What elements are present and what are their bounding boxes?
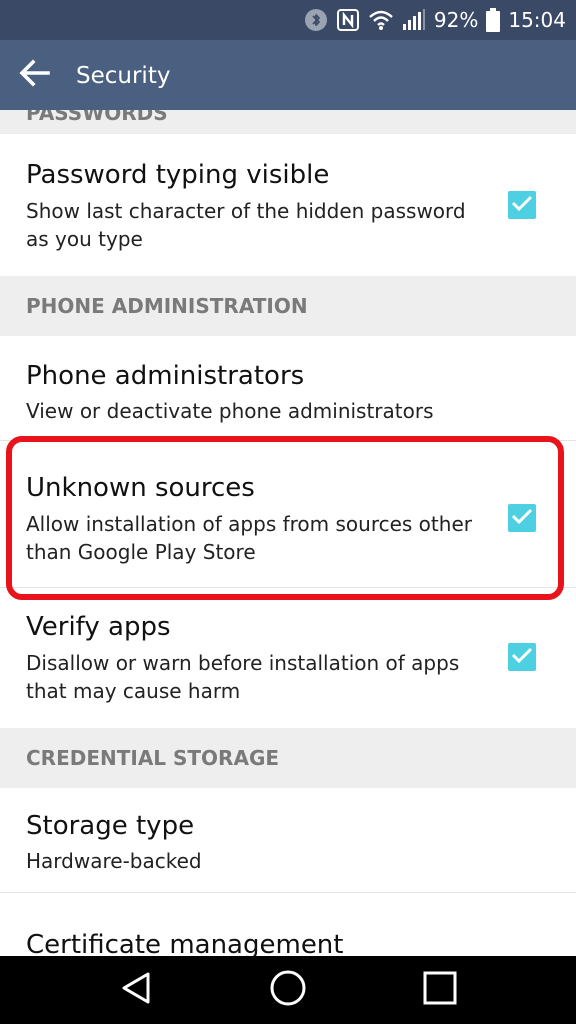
signal-icon — [402, 9, 426, 31]
setting-password-visible[interactable]: Password typing visible Show last charac… — [0, 134, 576, 276]
check-icon — [511, 194, 533, 216]
nav-recents-button[interactable] — [418, 970, 462, 1010]
android-settings-screen: 92% 15:04 Security PASSWORDS Password ty… — [0, 0, 576, 1024]
section-header-passwords: PASSWORDS — [0, 110, 576, 134]
setting-summary: Disallow or warn before installation of … — [26, 651, 460, 703]
setting-verify-apps[interactable]: Verify apps Disallow or warn before inst… — [0, 588, 576, 728]
check-icon — [511, 646, 533, 668]
nav-home-button[interactable] — [266, 970, 310, 1010]
section-header-phone-administration: PHONE ADMINISTRATION — [0, 276, 576, 336]
setting-title: Unknown sources — [26, 473, 255, 503]
battery-icon — [486, 8, 501, 32]
app-bar: Security — [0, 40, 576, 110]
setting-title: Storage type — [26, 811, 195, 841]
status-icons: 92% 15:04 — [304, 0, 566, 40]
home-circle-icon — [269, 969, 307, 1011]
setting-storage-type[interactable]: Storage type Hardware-backed — [0, 788, 576, 892]
check-icon — [511, 507, 533, 529]
navigation-bar — [0, 956, 576, 1024]
setting-title: Verify apps — [26, 612, 171, 642]
password-visible-checkbox[interactable] — [508, 191, 536, 219]
recents-square-icon — [422, 970, 458, 1010]
section-header-credential-storage: CREDENTIAL STORAGE — [0, 728, 576, 788]
setting-phone-administrators[interactable]: Phone administrators View or deactivate … — [0, 336, 576, 440]
bluetooth-icon — [304, 8, 328, 32]
status-bar: 92% 15:04 — [0, 0, 576, 40]
nav-back-button[interactable] — [114, 970, 158, 1010]
back-button[interactable] — [12, 55, 56, 95]
page-title: Security — [76, 63, 171, 89]
setting-summary: Allow installation of apps from sources … — [26, 512, 472, 564]
setting-unknown-sources[interactable]: Unknown sources Allow installation of ap… — [0, 441, 576, 587]
setting-summary: View or deactivate phone administrators — [26, 399, 434, 423]
setting-title: Phone administrators — [26, 361, 305, 391]
verify-apps-checkbox[interactable] — [508, 643, 536, 671]
status-time: 15:04 — [508, 8, 566, 32]
battery-percent: 92% — [433, 8, 479, 32]
back-triangle-icon — [118, 970, 154, 1010]
nfc-icon — [336, 8, 360, 32]
wifi-icon — [368, 9, 394, 31]
settings-list[interactable]: PASSWORDS Password typing visible Show l… — [0, 110, 576, 956]
arrow-back-icon — [18, 59, 50, 91]
setting-title: Certificate management — [26, 930, 344, 956]
setting-certificate-management[interactable]: Certificate management — [0, 893, 576, 956]
unknown-sources-checkbox[interactable] — [508, 504, 536, 532]
setting-summary: Show last character of the hidden passwo… — [26, 199, 466, 251]
setting-title: Password typing visible — [26, 160, 330, 190]
setting-summary: Hardware-backed — [26, 849, 202, 873]
